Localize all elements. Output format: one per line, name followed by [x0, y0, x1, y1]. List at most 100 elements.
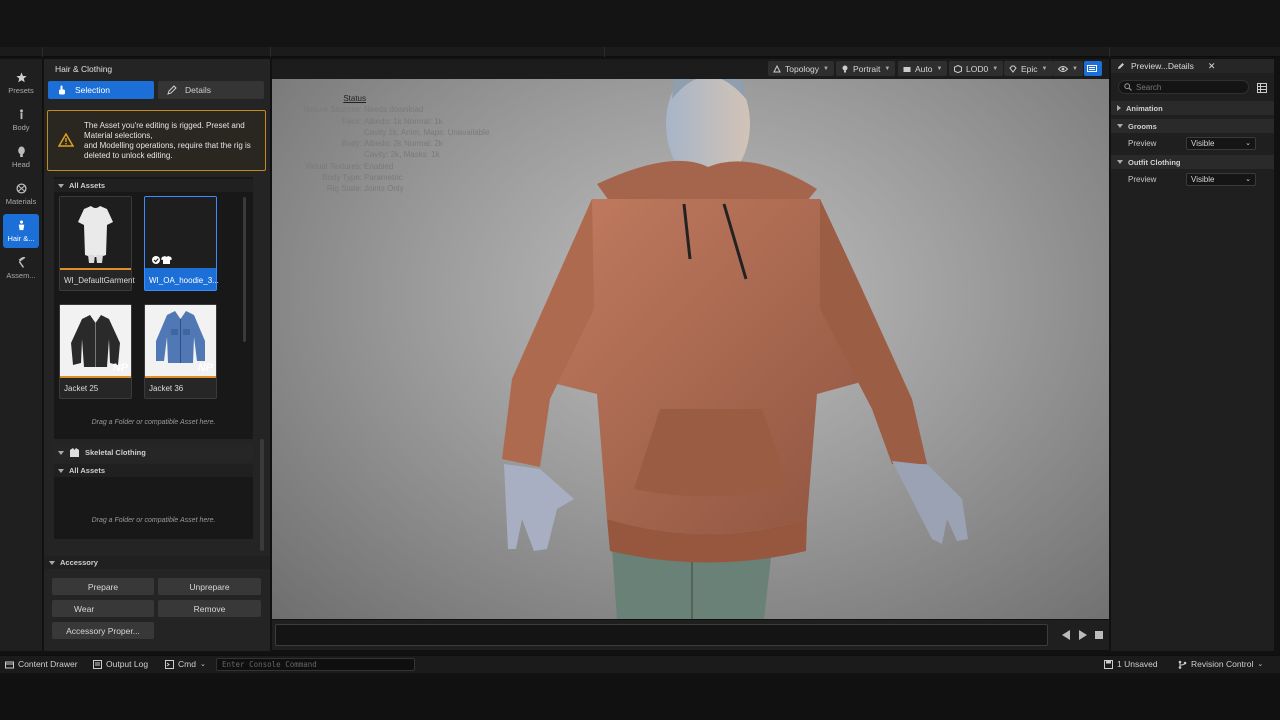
- quality-label: Epic: [1021, 63, 1038, 74]
- skeletal-clothing-label: Skeletal Clothing: [85, 448, 146, 457]
- auto-dropdown[interactable]: Auto ▼: [898, 61, 948, 76]
- keyboard-toggle[interactable]: [1084, 61, 1102, 76]
- asset-type-underline: [145, 268, 216, 270]
- all-assets-header[interactable]: All Assets: [54, 179, 253, 192]
- star-icon: [15, 71, 27, 82]
- grooms-preview-select[interactable]: Visible ⌄: [1186, 137, 1256, 150]
- assets-scrollbar[interactable]: [243, 197, 246, 342]
- status-bar: Content Drawer Output Log Cmd ⌄ Enter Co…: [0, 655, 1280, 673]
- close-icon[interactable]: ✕: [1208, 61, 1216, 72]
- prepare-button[interactable]: Prepare: [52, 578, 154, 595]
- rail-item-body[interactable]: Body: [3, 103, 39, 137]
- status-key: Texture Sources:: [301, 105, 362, 115]
- auto-label: Auto: [915, 63, 933, 74]
- body-icon: [19, 108, 23, 119]
- asset-type-underline: [60, 268, 131, 270]
- stop-icon[interactable]: [1094, 630, 1104, 640]
- tab-selection-label: Selection: [75, 85, 110, 95]
- rail-item-hair-clothing[interactable]: Hair &...: [3, 214, 39, 248]
- content-drawer-icon: [5, 661, 14, 668]
- grooms-section-header[interactable]: Grooms: [1111, 119, 1274, 133]
- rail-item-assemble[interactable]: Assem...: [3, 251, 39, 285]
- accessory-header[interactable]: Accessory: [44, 556, 270, 569]
- status-key: [272, 127, 364, 138]
- asset-label: WI_DefaultGarment: [64, 276, 135, 285]
- remove-button[interactable]: Remove: [158, 600, 261, 617]
- rail-item-materials[interactable]: Materials: [3, 177, 39, 211]
- chevron-down-icon: ▼: [1072, 65, 1078, 72]
- animation-section-header[interactable]: Animation: [1111, 101, 1274, 115]
- asset-tile-jacket-36[interactable]: NP Jacket 36: [144, 304, 217, 399]
- portrait-dropdown[interactable]: Portrait ▼: [836, 61, 896, 76]
- content-drawer-label: Content Drawer: [18, 659, 78, 669]
- lod-dropdown[interactable]: LOD0 ▼: [949, 61, 1004, 76]
- rail-label: Hair &...: [7, 233, 35, 243]
- unprepare-button[interactable]: Unprepare: [158, 578, 261, 595]
- status-overlay: Status Texture Sources: Needs download Fa…: [272, 93, 502, 195]
- collapse-arrow-icon: [58, 450, 64, 455]
- rail-label: Presets: [8, 85, 34, 95]
- chevron-down-icon: ⌄: [199, 661, 206, 668]
- status-row: Body: Albedo: 2k Normal: 2k: [272, 138, 502, 149]
- outfit-preview-select[interactable]: Visible ⌄: [1186, 173, 1256, 186]
- topology-dropdown[interactable]: Topology ▼: [768, 61, 834, 76]
- asset-label: Jacket 25: [64, 384, 99, 393]
- branch-icon: [1178, 660, 1187, 669]
- status-key: Body Type:: [322, 173, 362, 183]
- status-key: Virtual Textures:: [304, 161, 362, 171]
- output-log-button[interactable]: Output Log: [93, 659, 148, 669]
- details-panel-tab[interactable]: Preview...Details ✕: [1111, 59, 1274, 73]
- animation-section-label: Animation: [1126, 103, 1163, 113]
- terminal-icon: [165, 659, 174, 669]
- topology-label: Topology: [785, 63, 820, 74]
- rail-label: Assem...: [6, 270, 36, 280]
- head-icon: [17, 146, 25, 157]
- status-row: Cavity 1k, Anim. Maps: Unavailable: [272, 127, 502, 138]
- details-search-input[interactable]: Search: [1118, 80, 1249, 94]
- revision-control-dropdown[interactable]: Revision Control ⌄: [1178, 659, 1263, 669]
- accessory-properties-button[interactable]: Accessory Proper...: [52, 622, 154, 639]
- wear-button[interactable]: Wear: [52, 600, 154, 617]
- asset-type-underline: [60, 376, 131, 378]
- screen-margin: [0, 674, 1280, 720]
- chevron-down-icon: ▼: [936, 65, 943, 72]
- rail-item-presets[interactable]: Presets: [3, 66, 39, 100]
- clothing-assets-browser: All Assets WI_DefaultGarment WI_OA_hoodi…: [54, 177, 253, 439]
- asset-thumbnail: [60, 197, 131, 268]
- skeletal-clothing-header[interactable]: Skeletal Clothing: [54, 445, 253, 460]
- skeletal-all-assets-header[interactable]: All Assets: [54, 464, 253, 477]
- outfit-clothing-section-header[interactable]: Outfit Clothing: [1111, 155, 1274, 169]
- asset-tile-jacket-25[interactable]: NP Jacket 25: [59, 304, 132, 399]
- outfit-section-label: Outfit Clothing: [1128, 157, 1181, 167]
- viewport[interactable]: Topology ▼ Portrait ▼ Auto ▼ LOD0 ▼ Epic ▼ ▼: [272, 59, 1109, 619]
- topology-icon: [773, 64, 781, 72]
- step-back-icon[interactable]: [1061, 630, 1071, 640]
- camera-icon: [903, 66, 911, 72]
- viewport-toolbar: Topology ▼ Portrait ▼ Auto ▼ LOD0 ▼ Epic ▼ ▼: [272, 59, 1109, 79]
- all-assets-label: All Assets: [69, 181, 105, 190]
- rail-item-head[interactable]: Head: [3, 140, 39, 174]
- console-command-input[interactable]: Enter Console Command: [216, 658, 415, 671]
- visibility-dropdown[interactable]: ▼: [1053, 61, 1083, 76]
- cmd-dropdown[interactable]: Cmd ⌄: [165, 659, 206, 669]
- light-bulb-icon: [842, 65, 848, 72]
- drag-drop-hint: Drag a Folder or compatible Asset here.: [91, 419, 216, 426]
- unsaved-indicator[interactable]: 1 Unsaved: [1104, 659, 1158, 669]
- play-icon[interactable]: [1078, 630, 1088, 640]
- asset-tile-hoodie[interactable]: WI_OA_hoodie_3...: [144, 196, 219, 291]
- details-panel-title: Preview...Details: [1131, 61, 1194, 71]
- quality-dropdown[interactable]: Epic ▼: [1004, 61, 1053, 76]
- content-drawer-button[interactable]: Content Drawer: [5, 659, 78, 669]
- panel-scrollbar[interactable]: [260, 439, 264, 551]
- tab-details[interactable]: Details: [158, 81, 264, 99]
- search-placeholder: Search: [1136, 82, 1162, 92]
- preview-label: Preview: [1128, 139, 1157, 148]
- rail-label: Materials: [5, 196, 37, 206]
- timeline-scrubber[interactable]: [275, 624, 1048, 646]
- asset-tile-default-garment[interactable]: WI_DefaultGarment: [59, 196, 135, 291]
- grid-view-icon[interactable]: [1257, 83, 1267, 93]
- tab-selection[interactable]: Selection: [48, 81, 154, 99]
- status-title: Status: [343, 94, 366, 103]
- asset-badge: NP: [112, 362, 128, 374]
- rig-warning-box: The Asset you're editing is rigged. Pres…: [47, 110, 266, 171]
